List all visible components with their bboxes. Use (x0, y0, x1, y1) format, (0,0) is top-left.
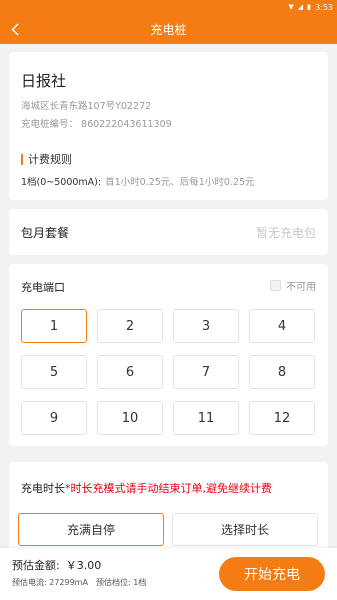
station-name: 日报社 (21, 72, 67, 90)
monthly-package-value: 暂无充电包 (255, 225, 316, 240)
duration-header: 充电时长*时长充模式请手动结束订单,避免继续计费 (21, 480, 272, 496)
monthly-package-row[interactable]: 包月套餐 暂无充电包 (9, 209, 328, 255)
port-button-3[interactable]: 3 (173, 309, 239, 343)
duration-card: 充电时长*时长充模式请手动结束订单,避免继续计费 充满自停 选择时长 (9, 462, 328, 558)
rule-desc: 首1小时0.25元、后每1小时0.25元 (105, 177, 255, 188)
ports-card: 充电端口 不可用 1 2 3 4 5 6 7 8 9 10 11 12 (9, 264, 328, 446)
estimate-details: 预估电流: 27299mA 预估档位: 1档 (12, 577, 146, 588)
estimate-gear: 预估档位: 1档 (95, 578, 147, 587)
unavailable-legend: 不可用 (270, 278, 316, 293)
cellular-icon: ◢ (297, 2, 304, 11)
ports-header: 充电端口 (21, 281, 65, 294)
status-time: 3:53 (315, 2, 333, 12)
port-button-11[interactable]: 11 (173, 401, 239, 435)
billing-rules-label: 计费规则 (28, 153, 72, 166)
port-button-10[interactable]: 10 (97, 401, 163, 435)
battery-icon: ▮ (307, 2, 312, 11)
choose-duration-button[interactable]: 选择时长 (172, 513, 318, 546)
chevron-left-icon (11, 22, 19, 36)
billing-rule: 1档(0~5000mA): 首1小时0.25元、后每1小时0.25元 (21, 174, 255, 188)
port-button-6[interactable]: 6 (97, 355, 163, 389)
station-code: 充电桩编号： 860222043611309 (21, 119, 172, 130)
start-charging-button[interactable]: 开始充电 (219, 557, 325, 591)
port-button-4[interactable]: 4 (249, 309, 315, 343)
status-bar: ▼ ◢ ▮ 3:53 (0, 0, 337, 14)
duration-warning: *时长充模式请手动结束订单,避免继续计费 (65, 482, 272, 495)
estimate-label: 预估金额: (12, 559, 60, 572)
port-button-2[interactable]: 2 (97, 309, 163, 343)
port-button-5[interactable]: 5 (21, 355, 87, 389)
station-address: 海城区长青东路107号Y02272 (21, 101, 152, 112)
port-button-12[interactable]: 12 (249, 401, 315, 435)
app-bar: 充电桩 (0, 14, 337, 44)
accent-bar (21, 153, 23, 165)
port-button-7[interactable]: 7 (173, 355, 239, 389)
port-button-8[interactable]: 8 (249, 355, 315, 389)
full-stop-button[interactable]: 充满自停 (18, 513, 164, 546)
rule-level: 1档(0~5000mA): (21, 177, 102, 188)
port-button-1[interactable]: 1 (21, 309, 87, 343)
duration-label: 充电时长 (21, 482, 65, 495)
bottom-bar: 预估金额: ￥3.00 预估电流: 27299mA 预估档位: 1档 开始充电 (0, 548, 337, 600)
estimate-current: 预估电流: 27299mA (12, 578, 88, 587)
monthly-package-label: 包月套餐 (21, 225, 70, 240)
billing-rules-title: 计费规则 (21, 151, 72, 167)
unavailable-swatch (270, 280, 281, 291)
back-button[interactable] (8, 21, 22, 37)
estimate-amount: ￥3.00 (65, 559, 102, 572)
unavailable-label: 不可用 (286, 282, 316, 293)
signal-icon: ▼ (288, 2, 294, 11)
estimate: 预估金额: ￥3.00 (12, 557, 101, 573)
page-title: 充电桩 (150, 22, 187, 37)
port-button-9[interactable]: 9 (21, 401, 87, 435)
station-card: 日报社 海城区长青东路107号Y02272 充电桩编号： 86022204361… (9, 52, 328, 200)
